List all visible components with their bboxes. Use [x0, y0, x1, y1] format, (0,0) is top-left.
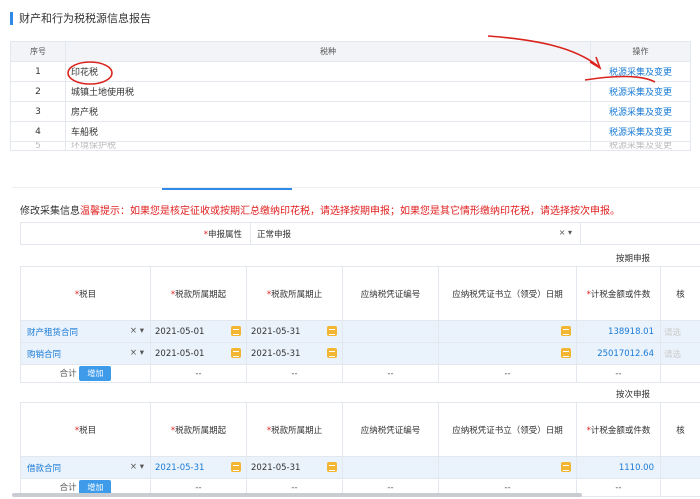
- row-seq: 4: [10, 121, 66, 142]
- table-row: 借款合同 × ▾ 2021-05-31 2021-05-31 1110.00: [20, 456, 700, 479]
- calendar-icon: [231, 326, 241, 336]
- warning-text: 温馨提示：如果您是核定征收或按期汇总缴纳印花税，请选择按期申报；如果您是其它情形…: [80, 206, 620, 217]
- col-amount: 计税金额或件数: [590, 425, 651, 436]
- calendar-icon: [561, 348, 571, 358]
- total-label: 合计: [59, 483, 77, 493]
- row-tax-name: 印花税: [65, 61, 591, 82]
- attr-value: 正常申报: [257, 229, 292, 240]
- per-time-section-title: 按次申报: [615, 390, 650, 400]
- row-seq: 1: [10, 61, 66, 82]
- row-seq: 3: [10, 101, 66, 122]
- amount-input[interactable]: 1110.00: [576, 456, 661, 479]
- col-extra: 核: [660, 402, 700, 457]
- warning-banner: 修改采集信息温馨提示：如果您是核定征收或按期汇总缴纳印花税，请选择按期申报；如果…: [20, 202, 620, 217]
- col-end: 税款所属期止: [271, 425, 323, 436]
- calendar-icon: [327, 462, 337, 472]
- declare-attribute-select[interactable]: 正常申报 × ▾: [250, 222, 581, 245]
- periodic-section-title: 按期申报: [615, 254, 650, 264]
- table-row: 财产租赁合同 × ▾ 2021-05-01 2021-05-31 138918.0…: [20, 320, 700, 343]
- row-tax-name: 城镇土地使用税: [65, 81, 591, 102]
- table-row: 5 环境保护税 税源采集及变更: [10, 141, 691, 151]
- total-label: 合计: [59, 369, 77, 379]
- col-voucher-no: 应纳税凭证编号: [342, 266, 439, 321]
- voucher-date-input[interactable]: [438, 456, 577, 479]
- declare-attribute-row: *申报属性 正常申报 × ▾: [20, 222, 700, 245]
- table-row: 1 印花税 税源采集及变更: [10, 61, 691, 82]
- amount-input[interactable]: 25017012.64: [576, 342, 661, 365]
- row-seq: 2: [10, 81, 66, 102]
- tax-type-table: 序号 税种 操作 1 印花税 税源采集及变更 2 城镇土地使用税 税源采集及变更…: [10, 41, 691, 151]
- col-amount: 计税金额或件数: [590, 289, 651, 300]
- voucher-no-input[interactable]: [342, 456, 439, 479]
- tax-source-collect-link[interactable]: 税源采集及变更: [590, 101, 691, 122]
- table-header: 序号 税种 操作: [10, 41, 691, 62]
- horizontal-scrollbar[interactable]: [12, 493, 582, 497]
- edit-label: 修改采集信息: [20, 206, 80, 217]
- calendar-icon: [561, 326, 571, 336]
- row-seq: 5: [10, 141, 66, 151]
- calendar-icon: [327, 326, 337, 336]
- section-title: 财产和行为税税源信息报告: [10, 12, 151, 25]
- attr-label: 申报属性: [207, 229, 242, 240]
- tax-source-collect-link[interactable]: 税源采集及变更: [590, 61, 691, 82]
- start-date-input[interactable]: 2021-05-01: [150, 320, 247, 343]
- item-select[interactable]: 借款合同 × ▾: [20, 456, 151, 479]
- item-select[interactable]: 购销合同 × ▾: [20, 342, 151, 365]
- attr-label-cell: *申报属性: [20, 222, 251, 245]
- per-time-table: *税目 *税款所属期起 *税款所属期止 应纳税凭证编号 应纳税凭证书立（领受）日…: [20, 402, 700, 497]
- row-tax-name: 房产税: [65, 101, 591, 122]
- table-row: 3 房产税 税源采集及变更: [10, 101, 691, 122]
- calendar-icon: [231, 348, 241, 358]
- add-button[interactable]: 增加: [79, 366, 112, 381]
- amount-input[interactable]: 138918.01: [576, 320, 661, 343]
- col-item: 税目: [79, 289, 97, 300]
- table-row: 购销合同 × ▾ 2021-05-01 2021-05-31 25017012.6…: [20, 342, 700, 365]
- end-date-input[interactable]: 2021-05-31: [246, 456, 343, 479]
- header-seq: 序号: [10, 41, 66, 62]
- total-row: 合计 增加 -- -- -- -- --: [20, 364, 700, 383]
- col-voucher-date: 应纳税凭证书立（领受）日期: [438, 266, 577, 321]
- calendar-icon: [561, 462, 571, 472]
- row-tax-name: 车船税: [65, 121, 591, 142]
- table-row: 2 城镇土地使用税 税源采集及变更: [10, 81, 691, 102]
- voucher-no-input[interactable]: [342, 342, 439, 365]
- voucher-date-input[interactable]: [438, 342, 577, 365]
- active-tab-indicator: [162, 188, 292, 190]
- header-operation: 操作: [590, 41, 691, 62]
- extra-select[interactable]: 请选: [660, 342, 700, 365]
- voucher-date-input[interactable]: [438, 320, 577, 343]
- end-date-input[interactable]: 2021-05-31: [246, 320, 343, 343]
- select-controls[interactable]: × ▾: [559, 228, 572, 237]
- col-voucher-date: 应纳税凭证书立（领受）日期: [438, 402, 577, 457]
- col-start: 税款所属期起: [175, 289, 227, 300]
- tax-source-collect-link[interactable]: 税源采集及变更: [590, 121, 691, 142]
- table-header: *税目 *税款所属期起 *税款所属期止 应纳税凭证编号 应纳税凭证书立（领受）日…: [20, 266, 700, 321]
- tax-source-collect-link[interactable]: 税源采集及变更: [590, 141, 691, 151]
- end-date-input[interactable]: 2021-05-31: [246, 342, 343, 365]
- calendar-icon: [231, 462, 241, 472]
- edit-collection-panel: 修改采集信息温馨提示：如果您是核定征收或按期汇总缴纳印花税，请选择按期申报；如果…: [12, 187, 700, 499]
- periodic-table: *税目 *税款所属期起 *税款所属期止 应纳税凭证编号 应纳税凭证书立（领受）日…: [20, 266, 700, 383]
- col-voucher-no: 应纳税凭证编号: [342, 402, 439, 457]
- col-extra: 核: [660, 266, 700, 321]
- col-item: 税目: [79, 425, 97, 436]
- fade-divider: [0, 152, 700, 182]
- item-select[interactable]: 财产租赁合同 × ▾: [20, 320, 151, 343]
- start-date-input[interactable]: 2021-05-01: [150, 342, 247, 365]
- start-date-input[interactable]: 2021-05-31: [150, 456, 247, 479]
- row-tax-name: 环境保护税: [65, 141, 591, 151]
- table-header: *税目 *税款所属期起 *税款所属期止 应纳税凭证编号 应纳税凭证书立（领受）日…: [20, 402, 700, 457]
- extra-select[interactable]: 请选: [660, 320, 700, 343]
- header-tax-type: 税种: [65, 41, 591, 62]
- col-start: 税款所属期起: [175, 425, 227, 436]
- tax-source-report-panel: 财产和行为税税源信息报告 序号 税种 操作 1 印花税 税源采集及变更 2 城镇…: [0, 0, 700, 160]
- calendar-icon: [327, 348, 337, 358]
- extra-select[interactable]: [660, 456, 700, 479]
- tax-source-collect-link[interactable]: 税源采集及变更: [590, 81, 691, 102]
- table-row: 4 车船税 税源采集及变更: [10, 121, 691, 142]
- voucher-no-input[interactable]: [342, 320, 439, 343]
- col-end: 税款所属期止: [271, 289, 323, 300]
